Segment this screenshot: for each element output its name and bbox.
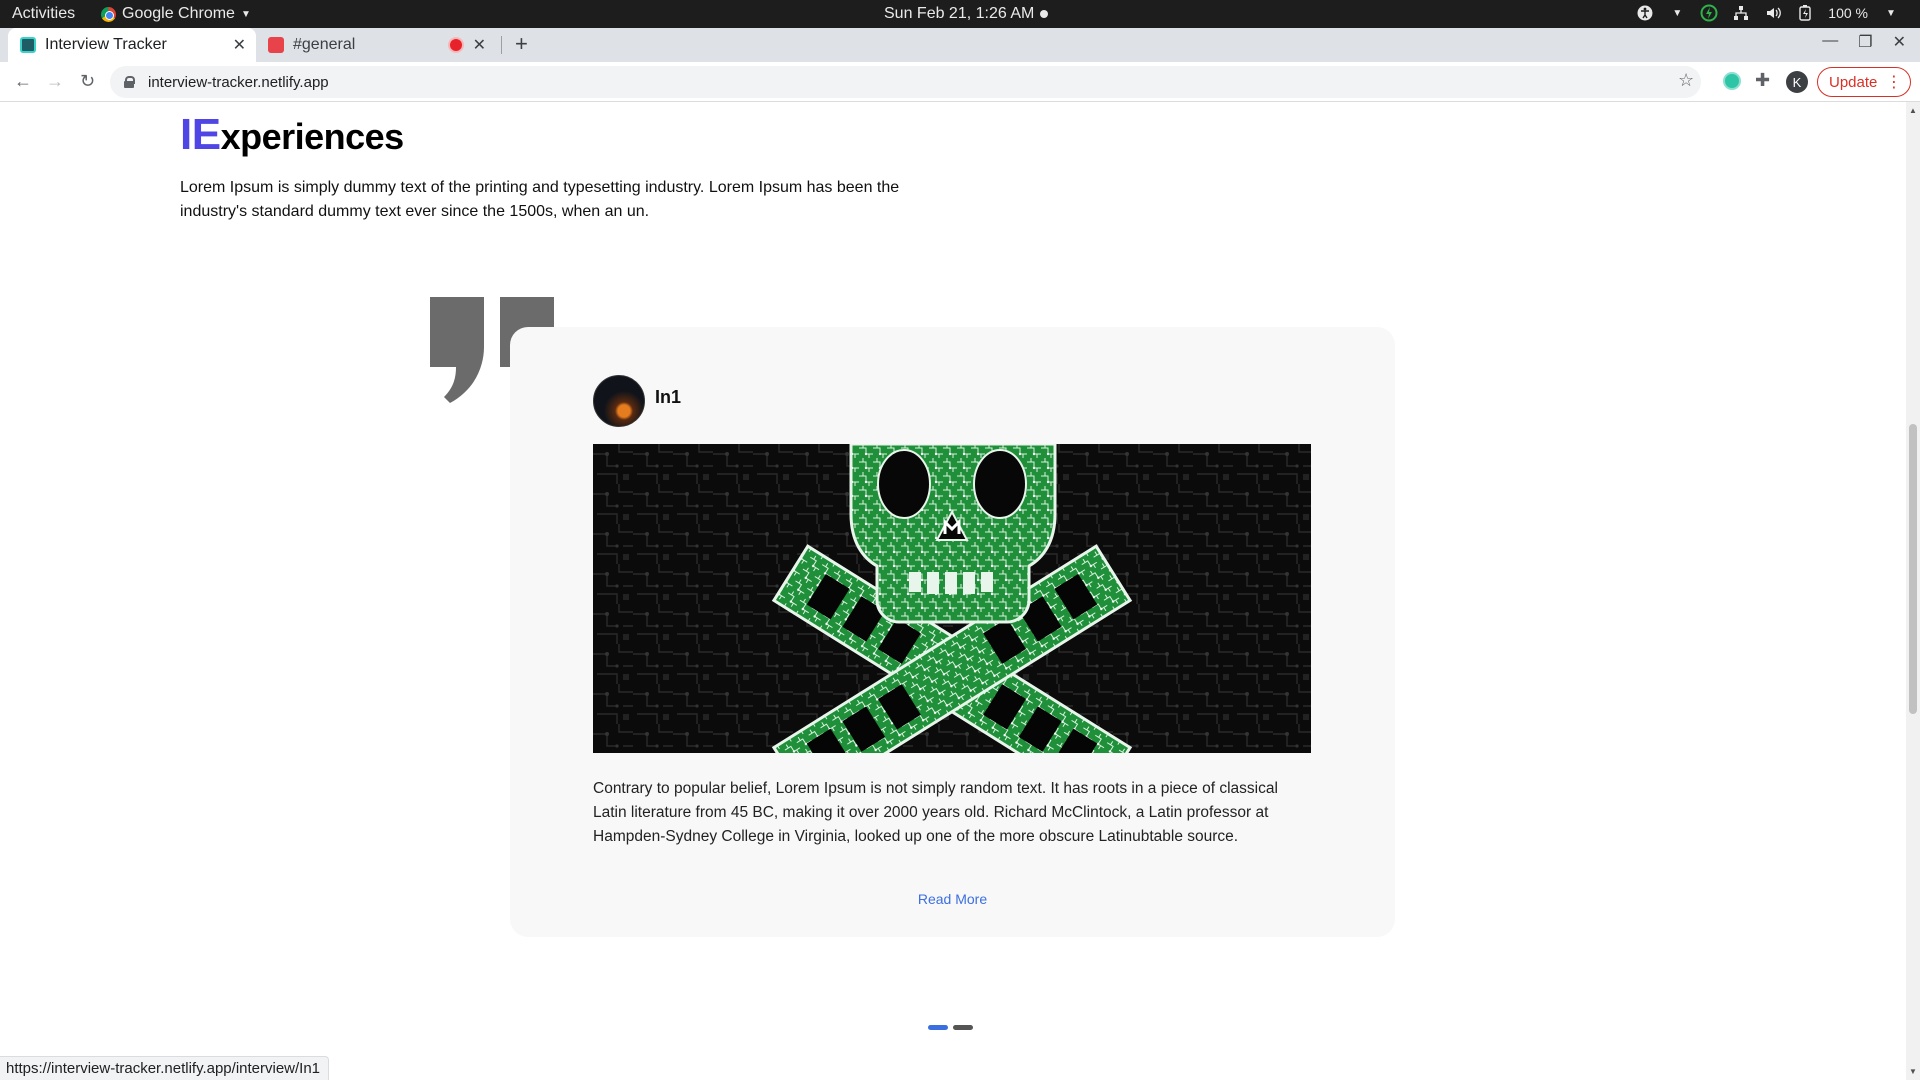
recording-icon — [450, 39, 462, 51]
extension-icon[interactable] — [1723, 72, 1741, 90]
activities-button[interactable]: Activities — [12, 5, 75, 23]
read-more-link[interactable]: Read More — [510, 891, 1395, 907]
update-button[interactable]: Update ⋮ — [1817, 67, 1911, 97]
restore-icon[interactable]: ❐ — [1858, 32, 1872, 52]
extensions-puzzle-icon[interactable]: ✚ — [1755, 70, 1770, 91]
page-content: IExperiences Lorem Ipsum is simply dummy… — [0, 102, 1906, 1080]
scroll-up-arrow-icon[interactable]: ▲ — [1909, 106, 1917, 115]
section-intro: Lorem Ipsum is simply dummy text of the … — [180, 179, 900, 220]
chrome-icon — [101, 6, 116, 22]
app-menu-label: Google Chrome — [122, 5, 235, 22]
recording-indicator-icon — [1040, 10, 1048, 18]
window-controls: — ❐ ✕ — [1822, 32, 1906, 52]
calendar-favicon-icon — [268, 37, 284, 53]
minimize-icon[interactable]: — — [1822, 32, 1838, 52]
interview-tracker-favicon-icon — [20, 37, 36, 53]
update-label: Update — [1829, 73, 1878, 91]
close-window-icon[interactable]: ✕ — [1893, 32, 1906, 52]
carousel-pagination — [928, 1025, 973, 1030]
url-text: interview-tracker.netlify.app — [148, 73, 329, 91]
close-tab-icon[interactable]: ✕ — [473, 35, 486, 55]
close-tab-icon[interactable]: ✕ — [233, 35, 246, 55]
clock[interactable]: Sun Feb 21, 1:26 AM — [884, 5, 1034, 23]
chevron-down-icon[interactable]: ▼ — [1668, 4, 1686, 22]
battery-percent: 100 % — [1828, 5, 1868, 21]
caret-down-icon: ▼ — [240, 8, 251, 20]
link-status-bubble: https://interview-tracker.netlify.app/in… — [0, 1056, 330, 1080]
browser-toolbar: ← → ↻ interview-tracker.netlify.app ☆ ✚ … — [0, 62, 1920, 102]
author-avatar[interactable] — [593, 375, 645, 427]
address-bar[interactable]: interview-tracker.netlify.app — [110, 66, 1701, 98]
heading-rest: xperiences — [220, 116, 405, 157]
tab-general[interactable]: #general ✕ — [256, 28, 496, 62]
carousel-dot-1[interactable] — [928, 1025, 948, 1030]
page-scrollbar[interactable]: ▲ ▼ — [1906, 102, 1920, 1080]
more-menu-icon[interactable]: ⋮ — [1886, 72, 1902, 92]
scrollbar-thumb[interactable] — [1909, 424, 1917, 714]
chevron-down-icon[interactable]: ▼ — [1882, 4, 1900, 22]
tab-strip: Interview Tracker ✕ #general ✕ + — ❐ ✕ — [0, 28, 1920, 62]
skull-crossbones-icon — [593, 444, 1311, 753]
forward-arrow-icon[interactable]: → — [46, 71, 64, 92]
reload-icon[interactable]: ↻ — [80, 71, 95, 92]
system-top-bar: Activities Google Chrome ▼ Sun Feb 21, 1… — [0, 0, 1920, 28]
back-arrow-icon[interactable]: ← — [14, 71, 32, 92]
tab-title: #general — [293, 36, 356, 53]
author-name[interactable]: In1 — [655, 387, 681, 408]
tab-divider — [501, 36, 502, 54]
tab-title: Interview Tracker — [45, 36, 167, 53]
power-status-icon[interactable] — [1700, 4, 1718, 22]
experience-cover-image[interactable] — [593, 444, 1311, 753]
heading-accent: IE — [180, 110, 221, 159]
new-tab-button[interactable]: + — [515, 31, 528, 57]
system-tray[interactable]: ▼ 100 % ▼ — [1636, 4, 1900, 22]
app-menu[interactable]: Google Chrome ▼ — [101, 5, 251, 23]
profile-avatar[interactable]: K — [1786, 71, 1808, 93]
tab-interview-tracker[interactable]: Interview Tracker ✕ — [8, 28, 256, 62]
bookmark-star-icon[interactable]: ☆ — [1678, 70, 1694, 91]
battery-icon[interactable] — [1796, 4, 1814, 22]
lock-icon[interactable] — [124, 76, 135, 88]
accessibility-icon[interactable] — [1636, 4, 1654, 22]
carousel-dot-2[interactable] — [953, 1025, 973, 1030]
network-icon[interactable] — [1732, 4, 1750, 22]
volume-icon[interactable] — [1764, 4, 1782, 22]
experience-excerpt: Contrary to popular belief, Lorem Ipsum … — [593, 780, 1278, 845]
section-heading: IExperiences — [180, 110, 404, 160]
experience-card[interactable]: In1 Contrary to popular belief, Lorem Ip… — [510, 327, 1395, 937]
scroll-down-arrow-icon[interactable]: ▼ — [1909, 1067, 1917, 1076]
